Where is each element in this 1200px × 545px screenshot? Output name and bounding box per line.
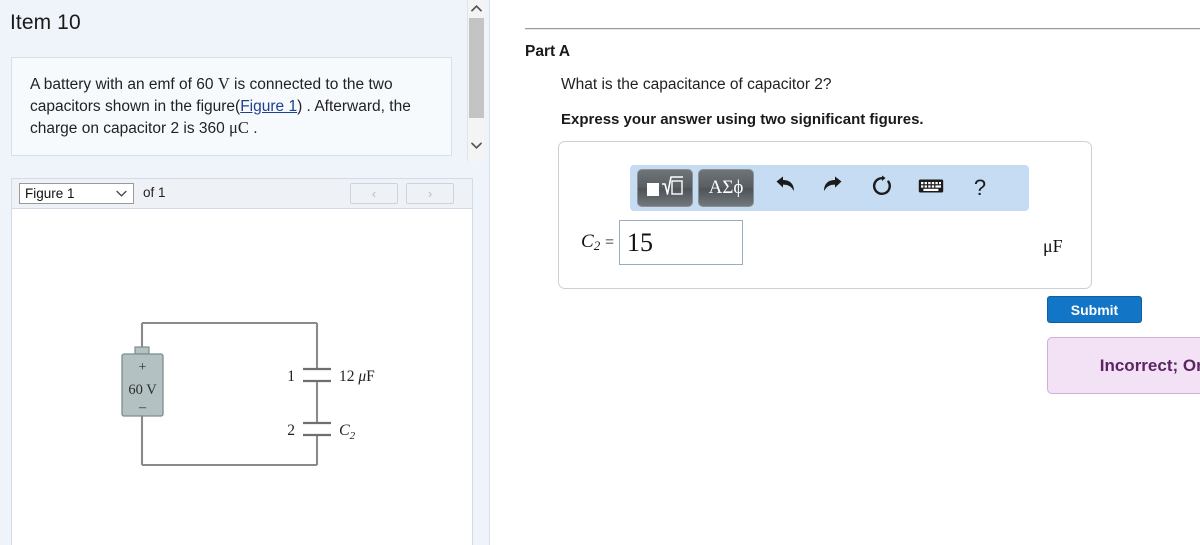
circuit-diagram: + 60 V – 1 12 μF 2 C2 [107,309,397,484]
left-panel-scrollbar[interactable] [467,0,484,161]
answer-input[interactable]: 15 [619,220,743,265]
feedback-banner: Incorrect; One attempt remaining; Try Ag… [1047,337,1200,394]
equals-sign: = [604,234,614,251]
answer-input-value: 15 [627,228,653,257]
template-icon [646,174,684,203]
svg-text:12 μF: 12 μF [339,368,375,385]
chevron-right-icon: › [427,186,433,201]
svg-text:2: 2 [287,422,295,439]
section-divider [525,28,1200,30]
charge-unit: μC [229,118,249,137]
reset-arrow-icon [871,175,893,202]
question-text: A battery with an emf of 60 V is connect… [30,73,440,140]
keyboard-icon [918,178,944,199]
undo-arrow-icon [773,175,796,201]
answer-card: ΑΣϕ ? C2 = 15 μF [558,141,1092,289]
figure-select[interactable]: Figure 1 [19,183,134,204]
figure-count-label: of 1 [143,185,166,200]
page-title: Item 10 [10,11,81,34]
chevron-left-icon: ‹ [371,186,377,201]
answer-symbol: C [581,231,594,252]
help-button[interactable]: ? [967,175,993,200]
question-mark-icon: ? [973,175,987,200]
answer-unit-label: μF [1043,236,1063,256]
submit-button[interactable]: Submit [1047,296,1142,323]
keyboard-button[interactable] [918,176,944,200]
answer-instruction: Express your answer using two significan… [561,111,924,128]
svg-text:C2: C2 [339,422,356,442]
undo-button[interactable] [771,176,797,200]
redo-arrow-icon [822,175,845,201]
redo-button[interactable] [820,176,846,200]
chevron-down-icon [116,188,127,200]
figure-select-value: Figure 1 [25,186,75,201]
emf-unit: V [217,74,230,93]
svg-text:–: – [138,400,147,415]
scroll-down-icon[interactable] [468,137,485,154]
submit-button-label: Submit [1070,301,1119,318]
figure-canvas: + 60 V – 1 12 μF 2 C2 [11,208,473,545]
math-toolbar: ΑΣϕ ? [630,165,1029,211]
figure-1-link[interactable]: Figure 1 [240,98,297,115]
figure-prev-button[interactable]: ‹ [350,183,398,204]
svg-text:1: 1 [287,368,295,385]
scroll-thumb[interactable] [469,18,484,118]
page-root: Item 10 A battery with an emf of 60 V is… [0,0,1200,545]
reset-button[interactable] [869,175,895,202]
feedback-text: Incorrect; One attempt remaining; Try Ag… [1099,355,1200,375]
part-title: Part A [525,43,571,60]
figure-toolbar: Figure 1 of 1 ‹ › [11,178,473,208]
greek-symbols-button[interactable]: ΑΣϕ [698,169,754,207]
question-prompt: What is the capacitance of capacitor 2? [561,76,832,93]
left-panel: Item 10 A battery with an emf of 60 V is… [0,0,490,545]
math-template-button[interactable] [637,169,693,207]
answer-subscript: 2 [593,238,601,253]
svg-text:+: + [139,360,147,375]
scroll-up-icon[interactable] [468,0,485,17]
question-part-4: . [248,120,258,137]
question-box: A battery with an emf of 60 V is connect… [11,57,452,156]
question-part-1: A battery with an emf of 60 [30,76,218,93]
figure-next-button[interactable]: › [406,183,454,204]
svg-text:60 V: 60 V [128,382,157,398]
answer-variable-label: C2 = [581,231,614,254]
greek-letters-label: ΑΣϕ [708,177,744,198]
right-panel: Part A What is the capacitance of capaci… [490,0,1200,545]
